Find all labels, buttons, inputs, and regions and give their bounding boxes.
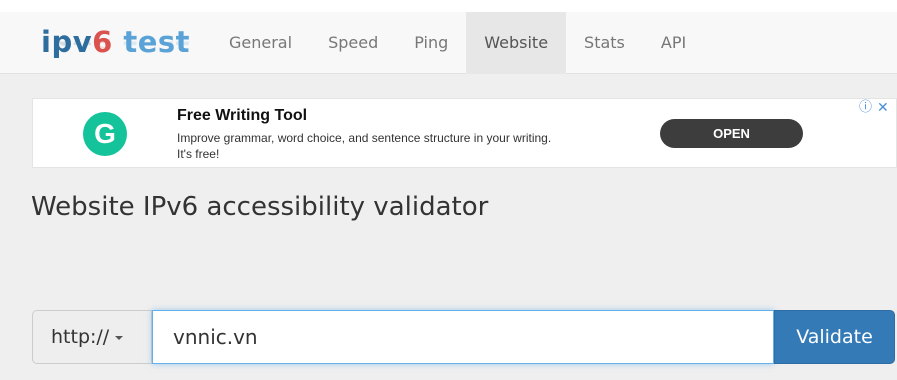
ad-open-button[interactable]: OPEN <box>660 119 803 148</box>
scheme-dropdown[interactable]: http:// <box>32 310 152 364</box>
ad-close-icon[interactable]: ✕ <box>877 100 889 116</box>
nav-item-api[interactable]: API <box>643 12 704 74</box>
nav-item-general[interactable]: General <box>211 12 310 74</box>
main-nav: General Speed Ping Website Stats API <box>211 12 704 74</box>
validate-button[interactable]: Validate <box>774 310 895 364</box>
scheme-value: http:// <box>51 326 110 348</box>
site-logo[interactable]: ipv6 test <box>41 24 191 74</box>
top-strip <box>0 0 897 12</box>
page-title: Website IPv6 accessibility validator <box>31 192 489 222</box>
navbar: ipv6 test ipv6 test General Speed Ping W… <box>0 12 897 74</box>
page: ipv6 test ipv6 test General Speed Ping W… <box>0 0 897 380</box>
ad-info-icon[interactable]: ⓘ <box>859 100 872 116</box>
grammarly-logo-icon: G <box>83 112 127 156</box>
caret-down-icon <box>115 335 124 340</box>
ad-description: Improve grammar, word choice, and senten… <box>177 131 552 161</box>
nav-item-ping[interactable]: Ping <box>396 12 466 74</box>
nav-item-website[interactable]: Website <box>466 12 567 74</box>
url-input[interactable] <box>152 310 774 364</box>
ad-banner[interactable]: G Free Writing Tool Improve grammar, wor… <box>32 98 897 168</box>
nav-item-speed[interactable]: Speed <box>310 12 396 74</box>
validator-form: http:// Validate <box>32 310 895 364</box>
nav-item-stats[interactable]: Stats <box>566 12 643 74</box>
ad-title[interactable]: Free Writing Tool <box>177 107 307 125</box>
